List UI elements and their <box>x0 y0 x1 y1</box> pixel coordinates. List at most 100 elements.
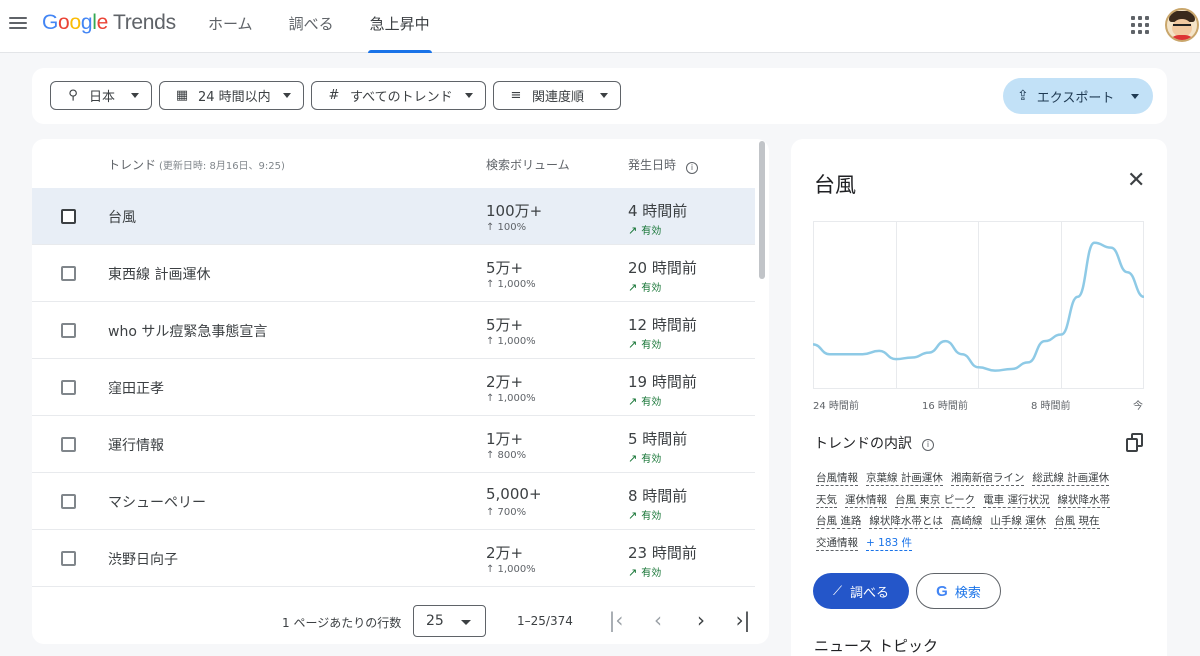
x-tick-label: 24 時間前 <box>813 401 859 412</box>
table-row[interactable]: 台風 100万+ ↑ 100% 4 時間前 ↗ 有効 <box>32 188 755 245</box>
volume-change: ↑ 1,000% <box>486 564 536 575</box>
trending-up-icon: ↗ <box>628 224 638 237</box>
trend-name: 台風 <box>108 210 136 226</box>
trend-chart <box>813 221 1144 389</box>
search-volume: 1万+ <box>486 430 524 448</box>
row-checkbox[interactable] <box>61 380 76 395</box>
breakdown-tag[interactable]: 高崎線 <box>950 515 983 529</box>
trend-name: 東西線 計画運休 <box>108 267 211 283</box>
detail-title: 台風 <box>814 173 856 197</box>
status-badge: ↗ 有効 <box>628 281 662 294</box>
trend-name: who サル痘緊急事態宣言 <box>108 324 268 340</box>
copy-icon[interactable] <box>1125 433 1143 453</box>
started-time: 5 時間前 <box>628 430 688 448</box>
breakdown-tag[interactable]: 総武線 計画運休 <box>1032 472 1110 486</box>
chevron-down-icon <box>131 93 139 98</box>
table-row[interactable]: 窪田正孝 2万+ ↑ 1,000% 19 時間前 ↗ 有効 <box>32 359 755 416</box>
breakdown-tag[interactable]: 電車 運行状況 <box>983 494 1050 508</box>
chevron-down-icon <box>461 620 471 625</box>
search-volume: 5万+ <box>486 316 524 334</box>
nav-trending-now[interactable]: 急上昇中 <box>352 0 448 53</box>
row-checkbox[interactable] <box>61 494 76 509</box>
location-pin-icon: ⚲ <box>68 88 78 103</box>
chevron-down-icon <box>1131 93 1139 99</box>
region-filter-label: 日本 <box>89 90 116 105</box>
export-label: エクスポート <box>1036 90 1115 106</box>
row-checkbox[interactable] <box>61 551 76 566</box>
more-tags-link[interactable]: + 183 件 <box>866 537 913 551</box>
breakdown-tag[interactable]: 台風 現在 <box>1054 515 1100 529</box>
column-started[interactable]: 発生日時 i <box>628 156 699 174</box>
search-button[interactable]: G 検索 <box>916 573 1001 609</box>
breakdown-tag[interactable]: 運休情報 <box>845 494 887 508</box>
next-page-icon[interactable]: › <box>687 607 715 635</box>
search-volume: 2万+ <box>486 544 524 562</box>
first-page-icon[interactable]: |‹ <box>602 607 630 635</box>
row-checkbox[interactable] <box>61 266 76 281</box>
category-filter[interactable]: # すべてのトレンド <box>311 81 486 110</box>
started-time: 12 時間前 <box>628 316 697 334</box>
search-volume: 5,000+ <box>486 485 542 503</box>
trending-up-icon: ↗ <box>628 281 638 294</box>
x-tick-label: 16 時間前 <box>922 401 968 412</box>
close-icon[interactable]: ✕ <box>1127 169 1145 193</box>
breakdown-tag[interactable]: 台風情報 <box>816 472 858 486</box>
period-filter-label: 24 時間以内 <box>198 90 271 105</box>
nav-explore[interactable]: 調べる <box>271 0 352 53</box>
trend-name: 渋野日向子 <box>108 552 178 568</box>
trend-name: 窪田正孝 <box>108 381 164 397</box>
started-time: 19 時間前 <box>628 373 697 391</box>
row-checkbox[interactable] <box>61 437 76 452</box>
sort-filter[interactable]: ≡ 関連度順 <box>493 81 621 110</box>
table-row[interactable]: 東西線 計画運休 5万+ ↑ 1,000% 20 時間前 ↗ 有効 <box>32 245 755 302</box>
trend-detail-panel: 台風 ✕ 24 時間前 16 時間前 8 時間前 今 トレンドの内訳 i 台風情報… <box>791 139 1167 656</box>
row-checkbox[interactable] <box>61 209 76 224</box>
rows-per-page-select[interactable]: 25 <box>413 605 486 637</box>
column-search-volume[interactable]: 検索ボリューム <box>486 156 570 173</box>
status-badge: ↗ 有効 <box>628 509 662 522</box>
sort-filter-label: 関連度順 <box>532 90 585 105</box>
column-trend[interactable]: トレンド (更新日時: 8月16日、9:25) <box>108 156 285 173</box>
period-filter[interactable]: ▦ 24 時間以内 <box>159 81 304 110</box>
volume-change: ↑ 700% <box>486 507 527 518</box>
last-page-icon[interactable]: ›| <box>729 607 757 635</box>
export-button[interactable]: ⇪ エクスポート <box>1003 78 1153 114</box>
table-row[interactable]: who サル痘緊急事態宣言 5万+ ↑ 1,000% 12 時間前 ↗ 有効 <box>32 302 755 359</box>
avatar[interactable] <box>1165 8 1199 42</box>
trending-up-icon: ↗ <box>628 338 638 351</box>
breakdown-tag[interactable]: 線状降水帯とは <box>869 515 943 529</box>
breakdown-tag[interactable]: 線状降水帯 <box>1057 494 1111 508</box>
trending-up-icon: ↗ <box>628 509 638 522</box>
volume-change: ↑ 1,000% <box>486 336 536 347</box>
breakdown-tag[interactable]: 交通情報 <box>816 537 858 551</box>
google-g-icon: G <box>936 582 948 600</box>
breakdown-tag[interactable]: 山手線 運休 <box>990 515 1047 529</box>
breakdown-tag[interactable]: 湘南新宿ライン <box>950 472 1025 486</box>
google-apps-icon[interactable] <box>1131 16 1149 34</box>
breakdown-tag[interactable]: 京葉線 計画運休 <box>866 472 943 486</box>
trend-name: マシューペリー <box>108 495 206 511</box>
breakdown-title: トレンドの内訳 i <box>814 433 934 453</box>
previous-page-icon[interactable]: ‹ <box>644 607 672 635</box>
info-icon[interactable]: i <box>686 162 699 174</box>
table-row[interactable]: 運行情報 1万+ ↑ 800% 5 時間前 ↗ 有効 <box>32 416 755 473</box>
table-scrollbar[interactable] <box>759 141 765 279</box>
region-filter[interactable]: ⚲ 日本 <box>50 81 152 110</box>
table-row[interactable]: 渋野日向子 2万+ ↑ 1,000% 23 時間前 ↗ 有効 <box>32 530 755 587</box>
status-badge: ↗ 有効 <box>628 566 662 579</box>
trends-table: トレンド (更新日時: 8月16日、9:25) 検索ボリューム 発生日時 i 台風 … <box>32 139 769 644</box>
status-badge: ↗ 有効 <box>628 224 662 237</box>
breakdown-tag[interactable]: 天気 <box>816 494 837 508</box>
google-trends-logo[interactable]: Google Trends <box>42 11 176 35</box>
main-nav: ホーム 調べる 急上昇中 <box>190 0 448 53</box>
menu-icon[interactable] <box>8 13 28 33</box>
news-topics-title: ニュース トピック <box>814 637 939 655</box>
filter-bar: ⚲ 日本 ▦ 24 時間以内 # すべてのトレンド ≡ 関連度順 ⇪ エクスポー… <box>32 68 1167 124</box>
explore-button[interactable]: ⟋ 調べる <box>813 573 909 609</box>
nav-home[interactable]: ホーム <box>190 0 271 53</box>
row-checkbox[interactable] <box>61 323 76 338</box>
info-icon[interactable]: i <box>922 439 934 451</box>
breakdown-tag[interactable]: 台風 進路 <box>816 515 862 529</box>
breakdown-tag[interactable]: 台風 東京 ピーク <box>895 494 976 508</box>
table-row[interactable]: マシューペリー 5,000+ ↑ 700% 8 時間前 ↗ 有効 <box>32 473 755 530</box>
